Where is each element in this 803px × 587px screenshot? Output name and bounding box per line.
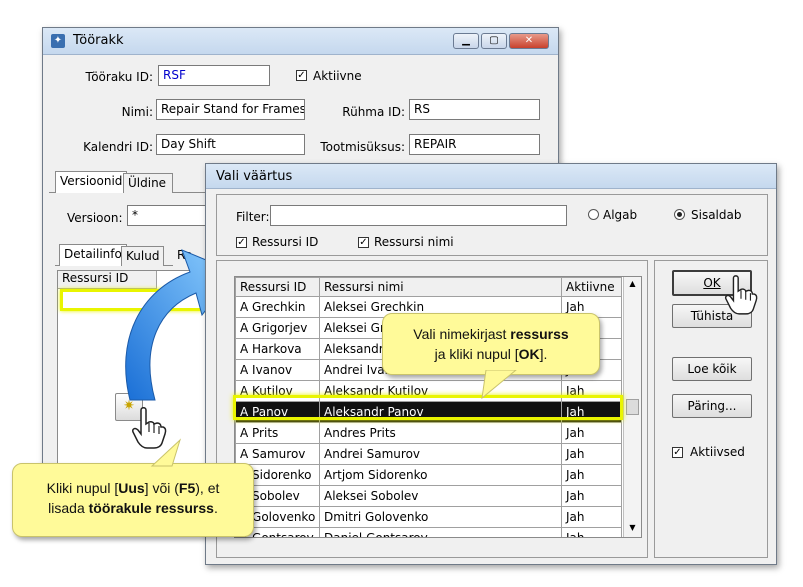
main-window-title: Töörakk bbox=[73, 33, 124, 48]
cell-ressursi-nimi[interactable]: Dmitri Golovenko bbox=[319, 506, 562, 528]
cell-aktiivne[interactable]: Jah bbox=[561, 506, 622, 528]
table-row[interactable]: A Sobolev Aleksei Sobolev Jah bbox=[235, 485, 622, 507]
cell-aktiivne[interactable]: Jah bbox=[561, 485, 622, 507]
cell-aktiivne[interactable]: Jah bbox=[561, 527, 622, 537]
cell-ressursi-id[interactable]: A Samurov bbox=[235, 443, 320, 465]
ruhma-id-label: Rühma ID: bbox=[342, 105, 405, 119]
tootmisuksus-field[interactable]: REPAIR bbox=[409, 134, 540, 155]
radio-sisaldab-label: Sisaldab bbox=[691, 208, 742, 222]
chk-ressursi-nimi-label: Ressursi nimi bbox=[374, 235, 454, 249]
col-header-ressursi-nimi[interactable]: Ressursi nimi bbox=[319, 277, 562, 297]
callout-left-pointer bbox=[150, 438, 182, 467]
cell-ressursi-id[interactable]: A Grechkin bbox=[235, 296, 320, 318]
cell-ressursi-nimi[interactable]: Andres Prits bbox=[319, 422, 562, 444]
cell-aktiivne[interactable]: Jah bbox=[561, 443, 622, 465]
nimi-label: Nimi: bbox=[121, 105, 153, 119]
scroll-up-icon[interactable]: ▲ bbox=[624, 279, 641, 288]
nimi-field[interactable]: Repair Stand for Frames bbox=[156, 99, 305, 120]
query-button[interactable]: Päring... bbox=[672, 394, 752, 418]
callout-right-pointer bbox=[481, 370, 517, 400]
table-row[interactable]: A Samurov Andrei Samurov Jah bbox=[235, 443, 622, 465]
scroll-down-icon[interactable]: ▼ bbox=[624, 523, 641, 532]
filter-input[interactable] bbox=[270, 205, 567, 226]
minimize-button[interactable]: ▁ bbox=[453, 33, 479, 49]
versioon-field[interactable]: * bbox=[127, 205, 217, 226]
chk-ressursi-id[interactable]: ✓ bbox=[236, 237, 247, 248]
load-all-button[interactable]: Loe kõik bbox=[672, 357, 752, 381]
tootmisuksus-label: Tootmisüksus: bbox=[320, 140, 405, 154]
chk-aktiivsed[interactable]: ✓ bbox=[672, 447, 683, 458]
toorak-id-field[interactable]: RSF bbox=[158, 65, 270, 86]
cell-ressursi-id[interactable]: A Harkova bbox=[235, 338, 320, 360]
cell-aktiivne[interactable]: Jah bbox=[561, 422, 622, 444]
chk-aktiivsed-label: Aktiivsed bbox=[690, 445, 745, 459]
aktiivne-checkbox[interactable]: ✓ bbox=[296, 70, 307, 81]
col-header-ressursi-id[interactable]: Ressursi ID bbox=[235, 277, 320, 297]
radio-sisaldab[interactable] bbox=[674, 209, 685, 220]
cell-ressursi-nimi[interactable]: Daniel Gontsarov bbox=[319, 527, 562, 537]
dialog-titlebar: Vali väärtus bbox=[206, 164, 776, 189]
tab-versioonid[interactable]: Versioonid bbox=[55, 171, 128, 193]
cell-ressursi-id[interactable]: A Ivanov bbox=[235, 359, 320, 381]
close-button[interactable]: ✕ bbox=[509, 33, 549, 49]
chk-ressursi-id-label: Ressursi ID bbox=[252, 235, 319, 249]
ruhma-id-field[interactable]: RS bbox=[409, 99, 540, 120]
selected-row-highlight bbox=[233, 395, 623, 420]
tab-uldine[interactable]: Üldine bbox=[123, 173, 173, 193]
cell-aktiivne[interactable]: Jah bbox=[561, 464, 622, 486]
radio-algab-label: Algab bbox=[603, 208, 638, 222]
dialog-title: Vali väärtus bbox=[216, 169, 293, 184]
callout-new-resource-text: Kliki nupul [Uus] või (F5), et lisada töö… bbox=[46, 480, 220, 516]
radio-algab[interactable] bbox=[588, 209, 599, 220]
app-icon: ✦ bbox=[51, 34, 65, 48]
col-header-aktiivne[interactable]: Aktiivne bbox=[561, 277, 622, 297]
cell-ressursi-nimi[interactable]: Artjom Sidorenko bbox=[319, 464, 562, 486]
hand-cursor-icon bbox=[725, 275, 758, 315]
grid-scrollbar[interactable]: ▲ ▼ bbox=[623, 277, 641, 537]
versioon-label: Versioon: bbox=[67, 211, 123, 225]
cell-ressursi-id[interactable]: A Prits bbox=[235, 422, 320, 444]
kalendri-id-field[interactable]: Day Shift bbox=[156, 134, 305, 155]
filter-label: Filter: bbox=[236, 210, 270, 224]
maximize-button[interactable]: ▢ bbox=[481, 33, 507, 49]
chk-ressursi-nimi[interactable]: ✓ bbox=[358, 237, 369, 248]
callout-select-resource-text: Vali nimekirjast ressurss ja kliki nupul … bbox=[413, 326, 569, 362]
toorak-id-label: Tööraku ID: bbox=[85, 70, 153, 84]
table-row[interactable]: A Prits Andres Prits Jah bbox=[235, 422, 622, 444]
aktiivne-label: Aktiivne bbox=[313, 69, 362, 83]
kalendri-id-label: Kalendri ID: bbox=[83, 140, 153, 154]
table-row[interactable]: A Sidorenko Artjom Sidorenko Jah bbox=[235, 464, 622, 486]
table-header-row: Ressursi ID Ressursi nimi Aktiivne bbox=[235, 277, 622, 297]
cell-ressursi-nimi[interactable]: Aleksei Sobolev bbox=[319, 485, 562, 507]
cell-ressursi-nimi[interactable]: Andrei Samurov bbox=[319, 443, 562, 465]
scroll-thumb[interactable] bbox=[626, 399, 639, 415]
callout-new-resource: Kliki nupul [Uus] või (F5), et lisada töö… bbox=[12, 463, 254, 537]
table-row[interactable]: A Golovenko Dmitri Golovenko Jah bbox=[235, 506, 622, 528]
cell-ressursi-id[interactable]: A Grigorjev bbox=[235, 317, 320, 339]
callout-select-resource: Vali nimekirjast ressurss ja kliki nupul … bbox=[382, 313, 600, 375]
main-titlebar: ✦ Töörakk ▁ ▢ ✕ bbox=[43, 28, 558, 55]
table-row[interactable]: A Gontsarov Daniel Gontsarov Jah bbox=[235, 527, 622, 537]
